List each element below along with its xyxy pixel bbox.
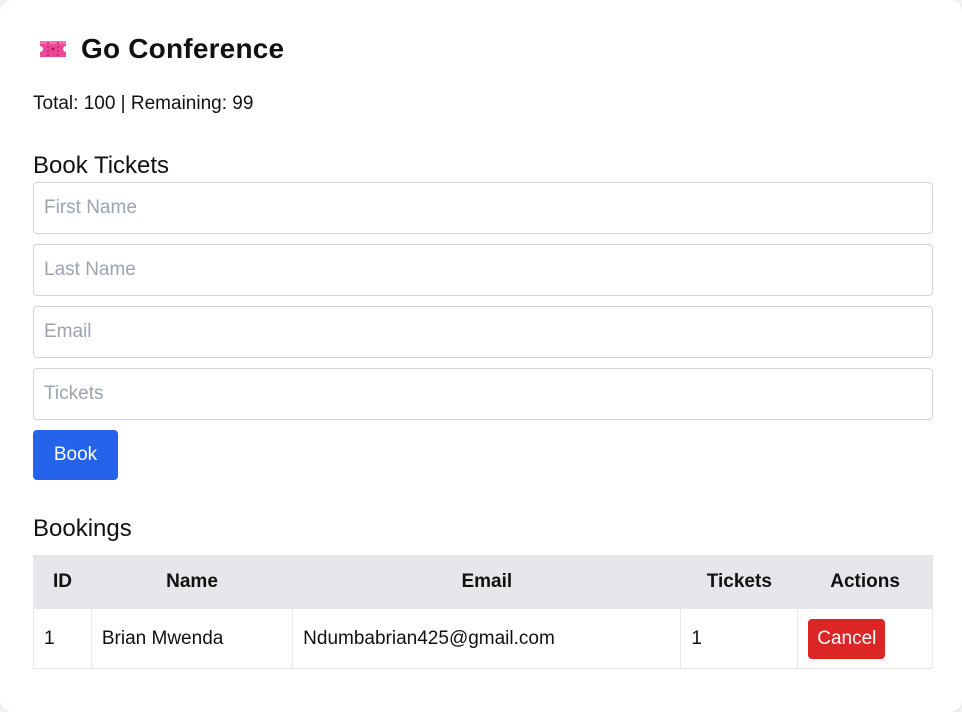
cell-name: Brian Mwenda [90, 608, 294, 669]
table-header-row: ID Name Email Tickets Actions [33, 555, 933, 609]
cell-id: 1 [33, 608, 92, 669]
cancel-booking-button[interactable]: Cancel [808, 618, 886, 659]
ticket-stats: Total: 100 | Remaining: 99 [33, 93, 254, 114]
cell-email: Ndumbabrian425@gmail.com [292, 608, 682, 669]
tickets-field[interactable] [33, 368, 933, 420]
ticket-icon [40, 41, 66, 57]
column-header-email: Email [292, 555, 682, 609]
cell-tickets: 1 [680, 608, 799, 669]
book-button[interactable]: Book [33, 430, 118, 480]
cell-actions: Cancel [797, 608, 933, 669]
column-header-tickets: Tickets [680, 555, 799, 609]
bookings-table: ID Name Email Tickets Actions 1 Brian Mw… [33, 555, 933, 669]
last-name-field[interactable] [33, 244, 933, 296]
table-row: 1 Brian Mwenda Ndumbabrian425@gmail.com … [33, 608, 933, 669]
main-card: Go Conference Total: 100 | Remaining: 99… [0, 0, 962, 712]
page-title: Go Conference [81, 33, 285, 64]
bookings-heading: Bookings [33, 515, 132, 542]
column-header-name: Name [90, 555, 294, 609]
header: Go Conference [33, 30, 284, 68]
column-header-id: ID [33, 555, 92, 609]
column-header-actions: Actions [797, 555, 933, 609]
first-name-field[interactable] [33, 182, 933, 234]
book-tickets-heading: Book Tickets [33, 152, 170, 179]
email-field[interactable] [33, 306, 933, 358]
